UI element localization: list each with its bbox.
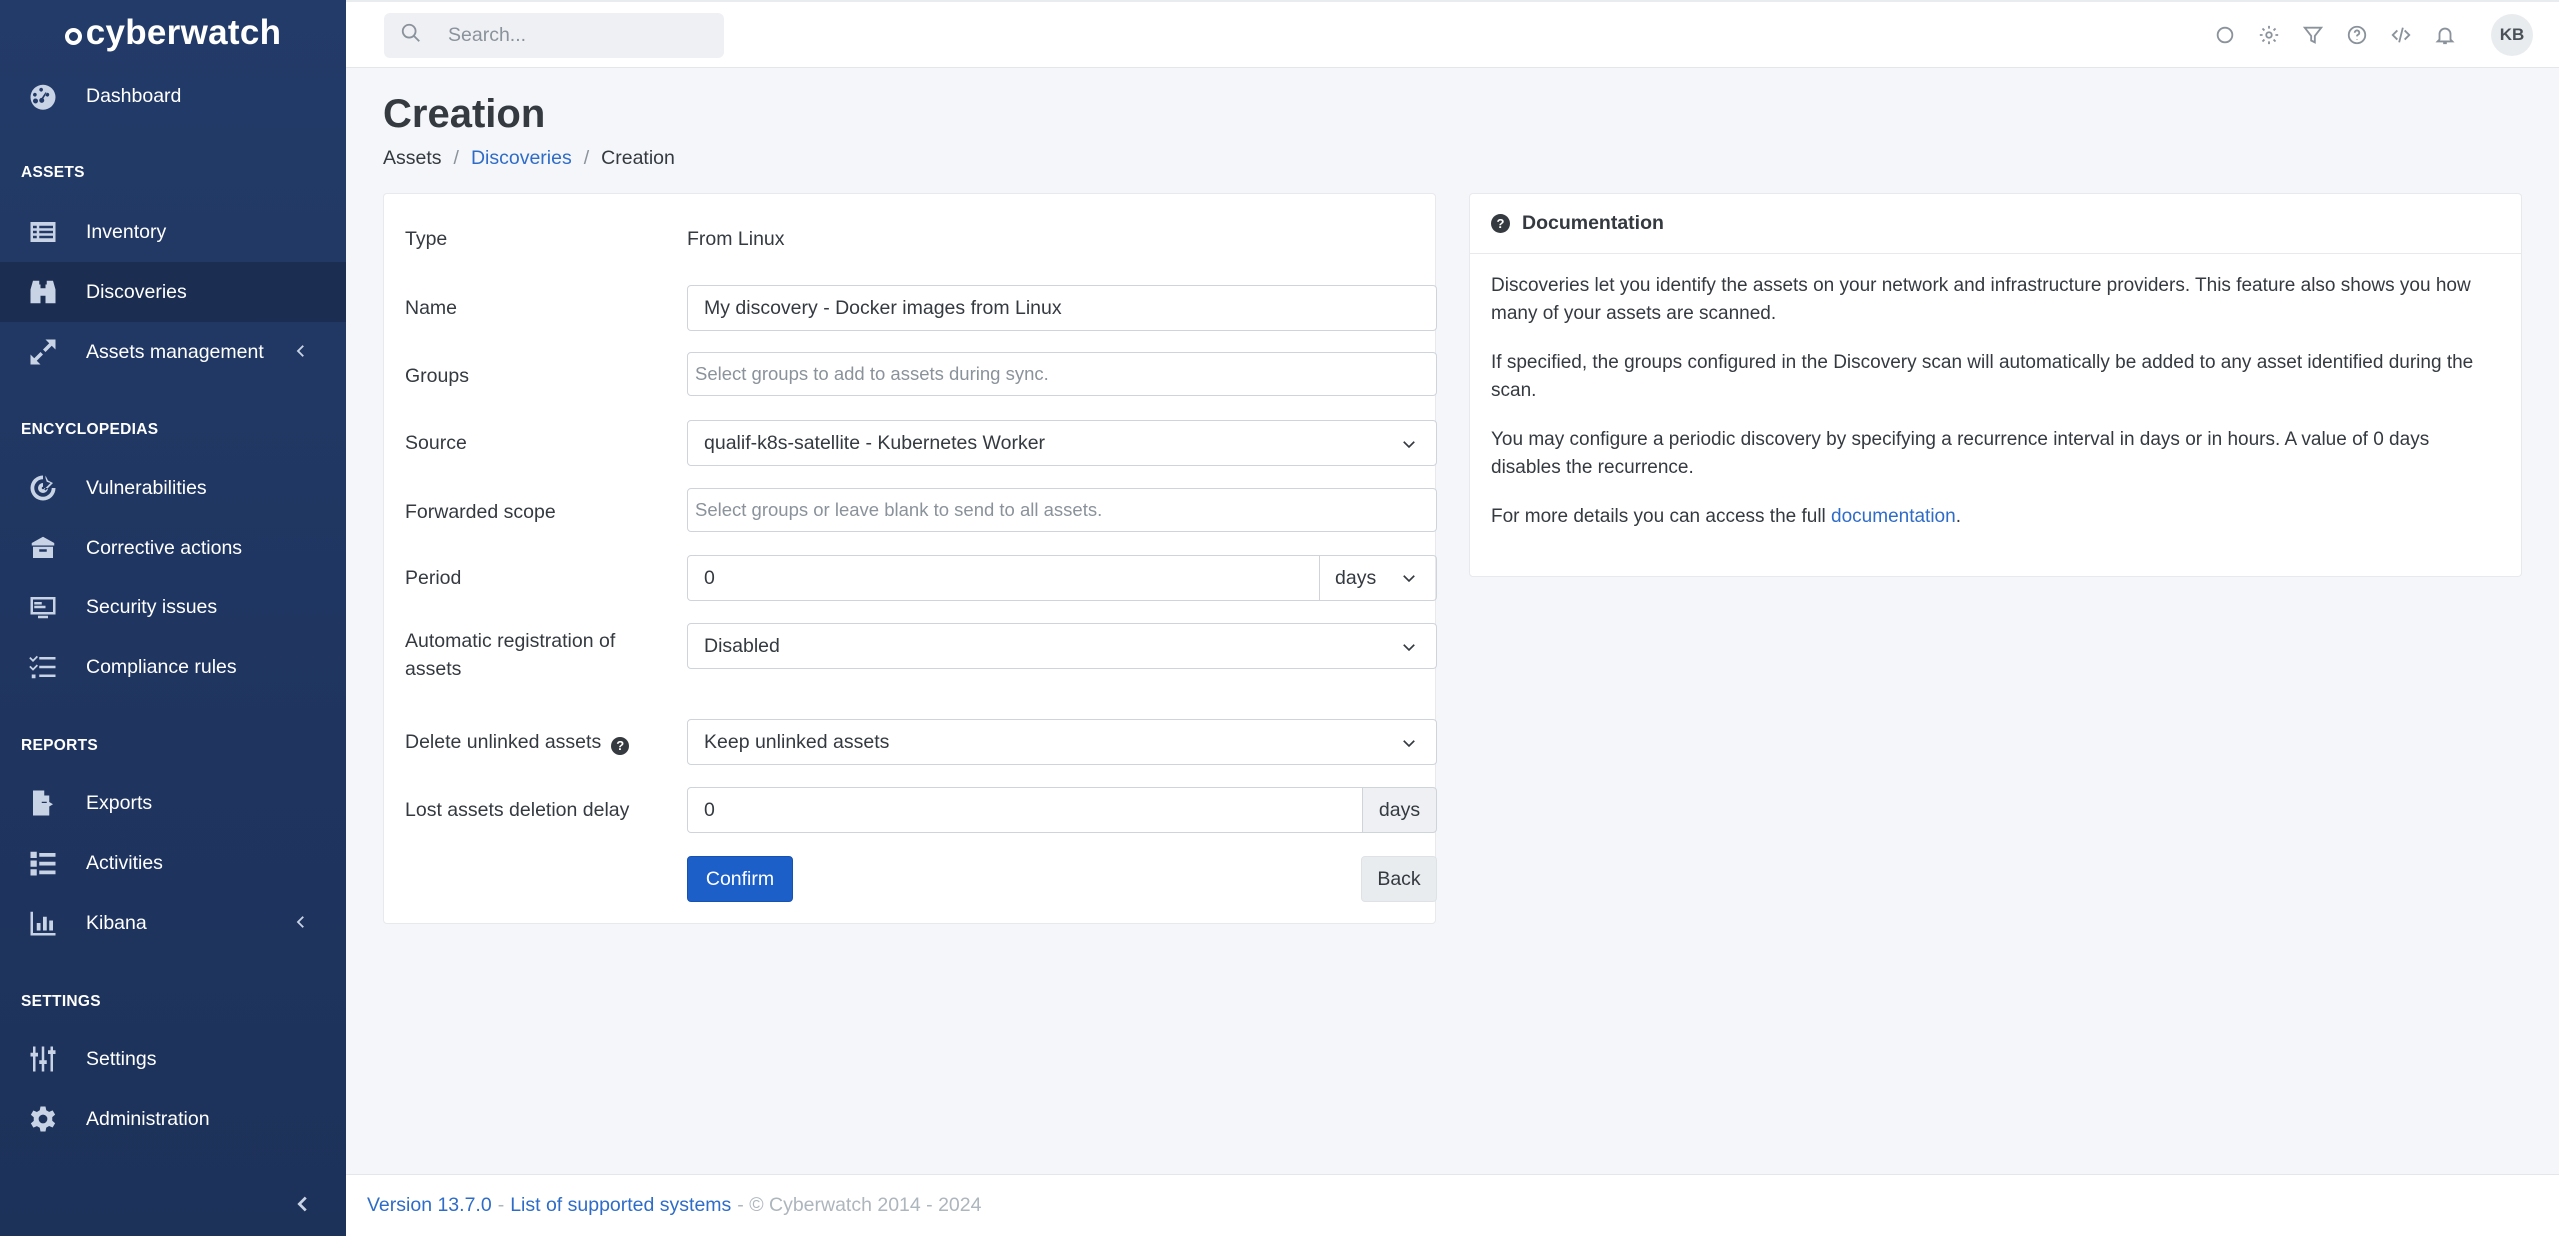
type-value: From Linux: [687, 228, 785, 250]
search-box[interactable]: [384, 13, 724, 58]
chevron-down-icon: [1400, 638, 1418, 662]
filter-icon[interactable]: [2291, 13, 2335, 57]
footer: Version 13.7.0 - List of supported syste…: [346, 1174, 2559, 1236]
sidebar: cyberwatch Dashboard ASSETS Inventory Di…: [0, 0, 346, 1236]
groups-select[interactable]: Select groups to add to assets during sy…: [687, 352, 1437, 396]
delete-unlinked-select[interactable]: Keep unlinked assets: [687, 719, 1437, 765]
auto-registration-label: Automatic registration of assets: [405, 630, 616, 680]
section-reports: REPORTS: [21, 737, 99, 754]
period-input[interactable]: 0: [687, 555, 1320, 601]
topbar-icons: KB: [2203, 2, 2559, 68]
back-button[interactable]: Back: [1361, 856, 1437, 902]
section-encyclopedias: ENCYCLOPEDIAS: [21, 421, 159, 438]
topbar: KB: [346, 0, 2559, 68]
sidebar-item-dashboard[interactable]: Dashboard: [0, 66, 346, 126]
breadcrumb-creation: Creation: [601, 147, 675, 169]
page-title: Creation: [383, 92, 546, 136]
period-label: Period: [405, 567, 462, 589]
forwarded-scope-label: Forwarded scope: [405, 501, 556, 523]
doc-paragraph: For more details you can access the full…: [1491, 506, 1961, 527]
sidebar-item-kibana[interactable]: Kibana: [0, 893, 346, 953]
logo-ring-icon: [64, 27, 82, 45]
breadcrumb-separator: /: [583, 147, 590, 169]
activities-list-icon: [28, 848, 58, 878]
help-icon[interactable]: [2335, 13, 2379, 57]
search-input[interactable]: [448, 24, 708, 47]
supported-systems-link[interactable]: List of supported systems: [510, 1194, 731, 1217]
sidebar-item-inventory[interactable]: Inventory: [0, 202, 346, 262]
chevron-down-icon: [1400, 435, 1418, 459]
discovery-form: Type From Linux Name My discovery - Dock…: [383, 193, 1437, 924]
breadcrumb-discoveries[interactable]: Discoveries: [471, 147, 572, 170]
lost-delay-label: Lost assets deletion delay: [405, 799, 630, 821]
name-label: Name: [405, 297, 458, 319]
cog-icon: [28, 1104, 58, 1134]
avatar[interactable]: KB: [2491, 14, 2533, 56]
sidebar-item-vulnerabilities[interactable]: Vulnerabilities: [0, 458, 346, 518]
question-icon: ?: [1491, 214, 1510, 233]
help-icon[interactable]: ?: [611, 737, 630, 755]
lost-delay-input[interactable]: 0: [687, 787, 1363, 833]
lost-delay-unit: days: [1362, 787, 1437, 833]
delete-unlinked-label: Delete unlinked assets?: [405, 728, 630, 756]
sidebar-item-compliance-rules[interactable]: Compliance rules: [0, 637, 346, 697]
brand-name: cyberwatch: [85, 13, 282, 52]
checklist-icon: [28, 652, 58, 682]
name-input[interactable]: My discovery - Docker images from Linux: [687, 285, 1437, 331]
box-icon: [28, 533, 58, 563]
search-icon: [400, 22, 422, 49]
chevron-left-icon: [292, 913, 310, 937]
documentation-header: ? Documentation: [1470, 194, 2521, 254]
dashboard-icon: [28, 81, 58, 111]
file-export-icon: [28, 788, 58, 818]
sidebar-item-corrective-actions[interactable]: Corrective actions: [0, 518, 346, 578]
sidebar-item-activities[interactable]: Activities: [0, 833, 346, 893]
chevron-down-icon: [1400, 569, 1418, 593]
forwarded-scope-select[interactable]: Select groups or leave blank to send to …: [687, 488, 1437, 532]
doc-paragraph: Discoveries let you identify the assets …: [1491, 275, 2471, 324]
source-select[interactable]: qualif-k8s-satellite - Kubernetes Worker: [687, 420, 1437, 466]
section-settings: SETTINGS: [21, 993, 101, 1010]
doc-paragraph: You may configure a periodic discovery b…: [1491, 429, 2430, 478]
type-label: Type: [405, 228, 448, 250]
auto-registration-select[interactable]: Disabled: [687, 623, 1437, 669]
code-icon[interactable]: [2379, 13, 2423, 57]
brand-logo[interactable]: cyberwatch: [0, 0, 346, 66]
inventory-icon: [28, 217, 58, 247]
period-unit-select[interactable]: days: [1319, 555, 1437, 601]
breadcrumb: Assets / Discoveries / Creation: [383, 147, 675, 170]
sidebar-item-exports[interactable]: Exports: [0, 773, 346, 833]
source-label: Source: [405, 432, 467, 454]
gear-icon[interactable]: [2247, 13, 2291, 57]
groups-label: Groups: [405, 365, 469, 387]
sidebar-item-administration[interactable]: Administration: [0, 1089, 346, 1149]
confirm-button[interactable]: Confirm: [687, 856, 793, 902]
sidebar-item-security-issues[interactable]: Security issues: [0, 577, 346, 637]
documentation-link[interactable]: documentation: [1831, 506, 1956, 527]
collapse-sidebar-icon[interactable]: [292, 1193, 314, 1220]
copyright: - © Cyberwatch 2014 - 2024: [737, 1194, 982, 1216]
chevron-down-icon: [1400, 734, 1418, 758]
doc-paragraph: If specified, the groups configured in t…: [1491, 352, 2474, 401]
sidebar-item-settings[interactable]: Settings: [0, 1029, 346, 1089]
breadcrumb-separator: /: [453, 147, 459, 169]
chart-bars-icon: [28, 908, 58, 938]
bell-icon[interactable]: [2423, 13, 2467, 57]
binoculars-icon: [28, 277, 58, 307]
chevron-left-icon: [292, 342, 310, 366]
breadcrumb-assets: Assets: [383, 147, 442, 169]
version-link[interactable]: Version 13.7.0: [367, 1194, 492, 1217]
documentation-body: Discoveries let you identify the assets …: [1470, 254, 2521, 531]
target-icon: [28, 473, 58, 503]
expand-arrows-icon: [28, 337, 58, 367]
section-assets: ASSETS: [21, 164, 85, 181]
sidebar-item-assets-management[interactable]: Assets management: [0, 322, 346, 382]
footer-separator: -: [497, 1194, 505, 1216]
sidebar-item-discoveries[interactable]: Discoveries: [0, 262, 346, 322]
documentation-card: ? Documentation Discoveries let you iden…: [1469, 193, 2522, 577]
sliders-icon: [28, 1044, 58, 1074]
status-circle-icon[interactable]: [2203, 13, 2247, 57]
screen-alert-icon: [28, 592, 58, 622]
